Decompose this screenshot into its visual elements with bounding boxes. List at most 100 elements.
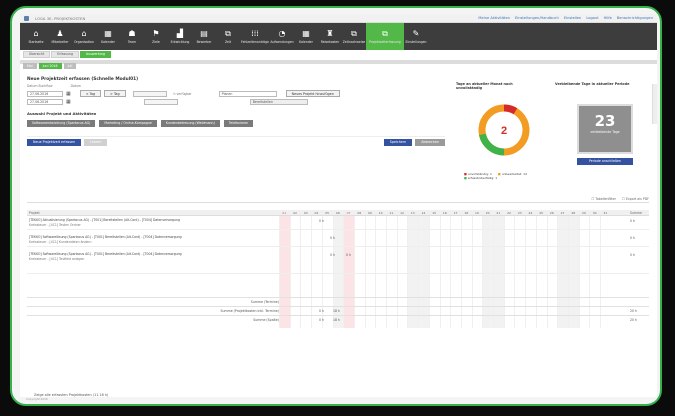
toolbar-label: Kalender bbox=[299, 39, 313, 44]
cell-value[interactable]: 0 h bbox=[330, 236, 335, 240]
project-chip[interactable]: Telefonieren bbox=[223, 120, 254, 127]
add-project-button[interactable]: Neues Projekt hinzufügen bbox=[285, 90, 340, 97]
toolbar-button[interactable]: ⌂ Organisation bbox=[72, 23, 96, 50]
project-chip[interactable]: Marketing / Online-Kampagne bbox=[99, 120, 157, 127]
prev-month-button[interactable]: Mai bbox=[23, 63, 37, 69]
toolbar-icon: ⧉ bbox=[225, 28, 231, 38]
prev-day-button[interactable]: < Tag bbox=[79, 90, 102, 97]
top-link[interactable]: Einstellungen/Handbuch bbox=[515, 16, 559, 20]
toolbar-icon: ⌂ bbox=[81, 28, 87, 38]
app-screen: LOGA 3E- PROJEKTKOSTEN Meine Aktivitäten… bbox=[20, 14, 657, 402]
top-link[interactable]: Einstellen bbox=[564, 16, 582, 20]
sum-row: Summe (Termine) bbox=[27, 297, 649, 306]
toolbar-label: Team bbox=[127, 39, 137, 44]
toolbar-label: Fehlzeitenanträge bbox=[241, 39, 269, 44]
toolbar-button[interactable]: ⌂ Startseite bbox=[24, 23, 48, 50]
cancel-button[interactable]: Abbrechen bbox=[415, 139, 445, 146]
mode-select[interactable]: Planen bbox=[218, 90, 277, 97]
toolbar-label: Reisekosten bbox=[320, 39, 340, 44]
toolbar-button[interactable]: ⧉ Projektzeiterfassung bbox=[366, 23, 404, 50]
cell-value[interactable]: 0 h bbox=[330, 253, 335, 257]
close-period-button[interactable]: Periode anschließen bbox=[577, 158, 633, 165]
top-link[interactable]: Hilfe bbox=[604, 16, 612, 20]
entry-form: Neue Projektzeit erfassen (Schnelle Modu… bbox=[27, 77, 445, 195]
hours-available-label: h verfügbar bbox=[173, 91, 192, 96]
toolbar-button[interactable]: ♟ Mitarbeiter bbox=[48, 23, 72, 50]
toolbar-button[interactable]: ☗ Team bbox=[120, 23, 144, 50]
top-link[interactable]: Logout bbox=[586, 16, 598, 20]
time-grid: ☐ Tabellenfilter ☐ Export als PDF Projek… bbox=[27, 197, 649, 328]
top-link[interactable]: Meine Aktivitäten bbox=[478, 16, 510, 20]
toolbar-button[interactable]: ⁞⁞⁞ Fehlzeitenanträge bbox=[240, 23, 270, 50]
hours-input[interactable] bbox=[132, 90, 167, 97]
app-logo-icon bbox=[24, 15, 29, 21]
toolbar-icon: ⧉ bbox=[382, 28, 388, 38]
table-row[interactable]: [TEKKO] Aktualisierung (Spartacus AG) - … bbox=[27, 216, 649, 230]
toolbar-button[interactable]: ▦ Kalender bbox=[96, 23, 120, 50]
legend-done: ■ erfasst/überfällig: 1 bbox=[464, 176, 498, 181]
calendar-icon[interactable]: ▦ bbox=[66, 91, 71, 97]
date-input[interactable]: 27.06.2016 bbox=[27, 90, 63, 97]
toolbar-label: Zeit bbox=[224, 39, 232, 44]
calendar-icon[interactable]: ▦ bbox=[66, 99, 71, 105]
sum-label: Summe (Projektkosten inkl. Termine) bbox=[220, 309, 279, 313]
toolbar-label: Bewerber bbox=[196, 39, 212, 44]
completion-widget: Tage an aktueller Monat noch unvollständ… bbox=[456, 82, 550, 192]
toolbar-button[interactable]: ⚑ Ziele bbox=[144, 23, 168, 50]
toolbar-button[interactable]: ✎ Einstellungen bbox=[404, 23, 428, 50]
hours-input-2[interactable] bbox=[143, 99, 178, 105]
toolbar-label: Startseite bbox=[28, 39, 44, 44]
toolbar-button[interactable]: ▦ Kalender bbox=[294, 23, 318, 50]
table-row[interactable]: [TEKKO] Softwarelösung (Spartacus AG) - … bbox=[27, 250, 649, 274]
cell-value[interactable]: 0 h bbox=[319, 219, 324, 223]
toolbar-icon: ⧉ bbox=[351, 28, 357, 38]
side-handle[interactable] bbox=[652, 84, 657, 124]
tab-overview[interactable]: Übersicht bbox=[23, 51, 51, 58]
export-pdf-link[interactable]: ☐ Export als PDF bbox=[622, 197, 649, 201]
next-month-button[interactable]: Juli bbox=[63, 63, 77, 69]
date-input-2[interactable]: 27.06.2016 bbox=[27, 99, 63, 105]
toolbar-button[interactable]: ▟ Entwicklung bbox=[168, 23, 192, 50]
top-links: Meine Aktivitäten Einstellungen/Handbuch… bbox=[478, 16, 653, 20]
clear-button[interactable]: Leeren bbox=[84, 139, 108, 146]
toolbar-button[interactable]: ◔ Aufwendungen bbox=[270, 23, 294, 50]
toolbar-button[interactable]: ⧉ Zeit bbox=[216, 23, 240, 50]
sum-value: 18 h bbox=[333, 318, 340, 322]
save-button[interactable]: Speichern bbox=[383, 139, 413, 146]
device-frame: LOGA 3E- PROJEKTKOSTEN Meine Aktivitäten… bbox=[10, 6, 662, 406]
toolbar-label: Kalender bbox=[101, 39, 115, 44]
section-title: Auswahl Projekt und Aktivitäten bbox=[27, 111, 97, 116]
sum-value: 18 h bbox=[333, 309, 340, 313]
project-chip[interactable]: Softwareentwicklung (Spartacus AG) bbox=[27, 120, 96, 127]
toolbar-icon: ☗ bbox=[128, 28, 136, 38]
cell-value[interactable]: 0 h bbox=[346, 253, 351, 257]
top-link[interactable]: Benachrichtigungen bbox=[617, 16, 653, 20]
project-chip[interactable]: Kundenbetreuung (Weidmann) bbox=[160, 120, 220, 127]
sum-header: Summe bbox=[630, 211, 642, 215]
date-label: Datum Buchflow bbox=[27, 84, 53, 88]
tab-capture[interactable]: Erfassung bbox=[51, 51, 79, 58]
toolbar-button[interactable]: ⧉ Zeitnachweise bbox=[342, 23, 366, 50]
new-entry-button[interactable]: Neue Projektzeit erfassen bbox=[27, 139, 82, 146]
next-day-button[interactable]: > Tag bbox=[104, 90, 126, 97]
filter-toggle[interactable]: ☐ Tabellenfilter bbox=[592, 197, 616, 201]
toolbar-icon: ⌂ bbox=[33, 28, 39, 38]
sum-total: 20 h bbox=[630, 318, 637, 322]
table-row[interactable]: [TEKKO] Softwarelösung (Spartacus AG) - … bbox=[27, 233, 649, 247]
provide-select[interactable]: Bereitstellen bbox=[249, 99, 308, 105]
toolbar-icon: ♟ bbox=[56, 28, 64, 38]
sum-total: 20 h bbox=[630, 309, 637, 313]
toolbar-icon: ♜ bbox=[326, 28, 334, 38]
ring-title: Tage an aktueller Monat noch unvollständ… bbox=[456, 82, 513, 90]
donut-chart: 2 bbox=[478, 104, 530, 156]
toolbar-icon: ▦ bbox=[302, 28, 310, 38]
toolbar-button[interactable]: ▤ Bewerber bbox=[192, 23, 216, 50]
tab-evaluation[interactable]: Auswertung bbox=[80, 51, 112, 58]
toolbar-icon: ▟ bbox=[176, 28, 184, 38]
toolbar-button[interactable]: ♜ Reisekosten bbox=[318, 23, 342, 50]
month-selector: Mai Juni 2016 Juli bbox=[23, 62, 77, 70]
toolbar-label: Einstellungen bbox=[405, 39, 427, 44]
toolbar-icon: ◔ bbox=[278, 28, 286, 38]
sum-row: Summe (Projektkosten inkl. Termine) 0 h … bbox=[27, 306, 649, 315]
toolbar-label: Entwicklung bbox=[170, 39, 190, 44]
